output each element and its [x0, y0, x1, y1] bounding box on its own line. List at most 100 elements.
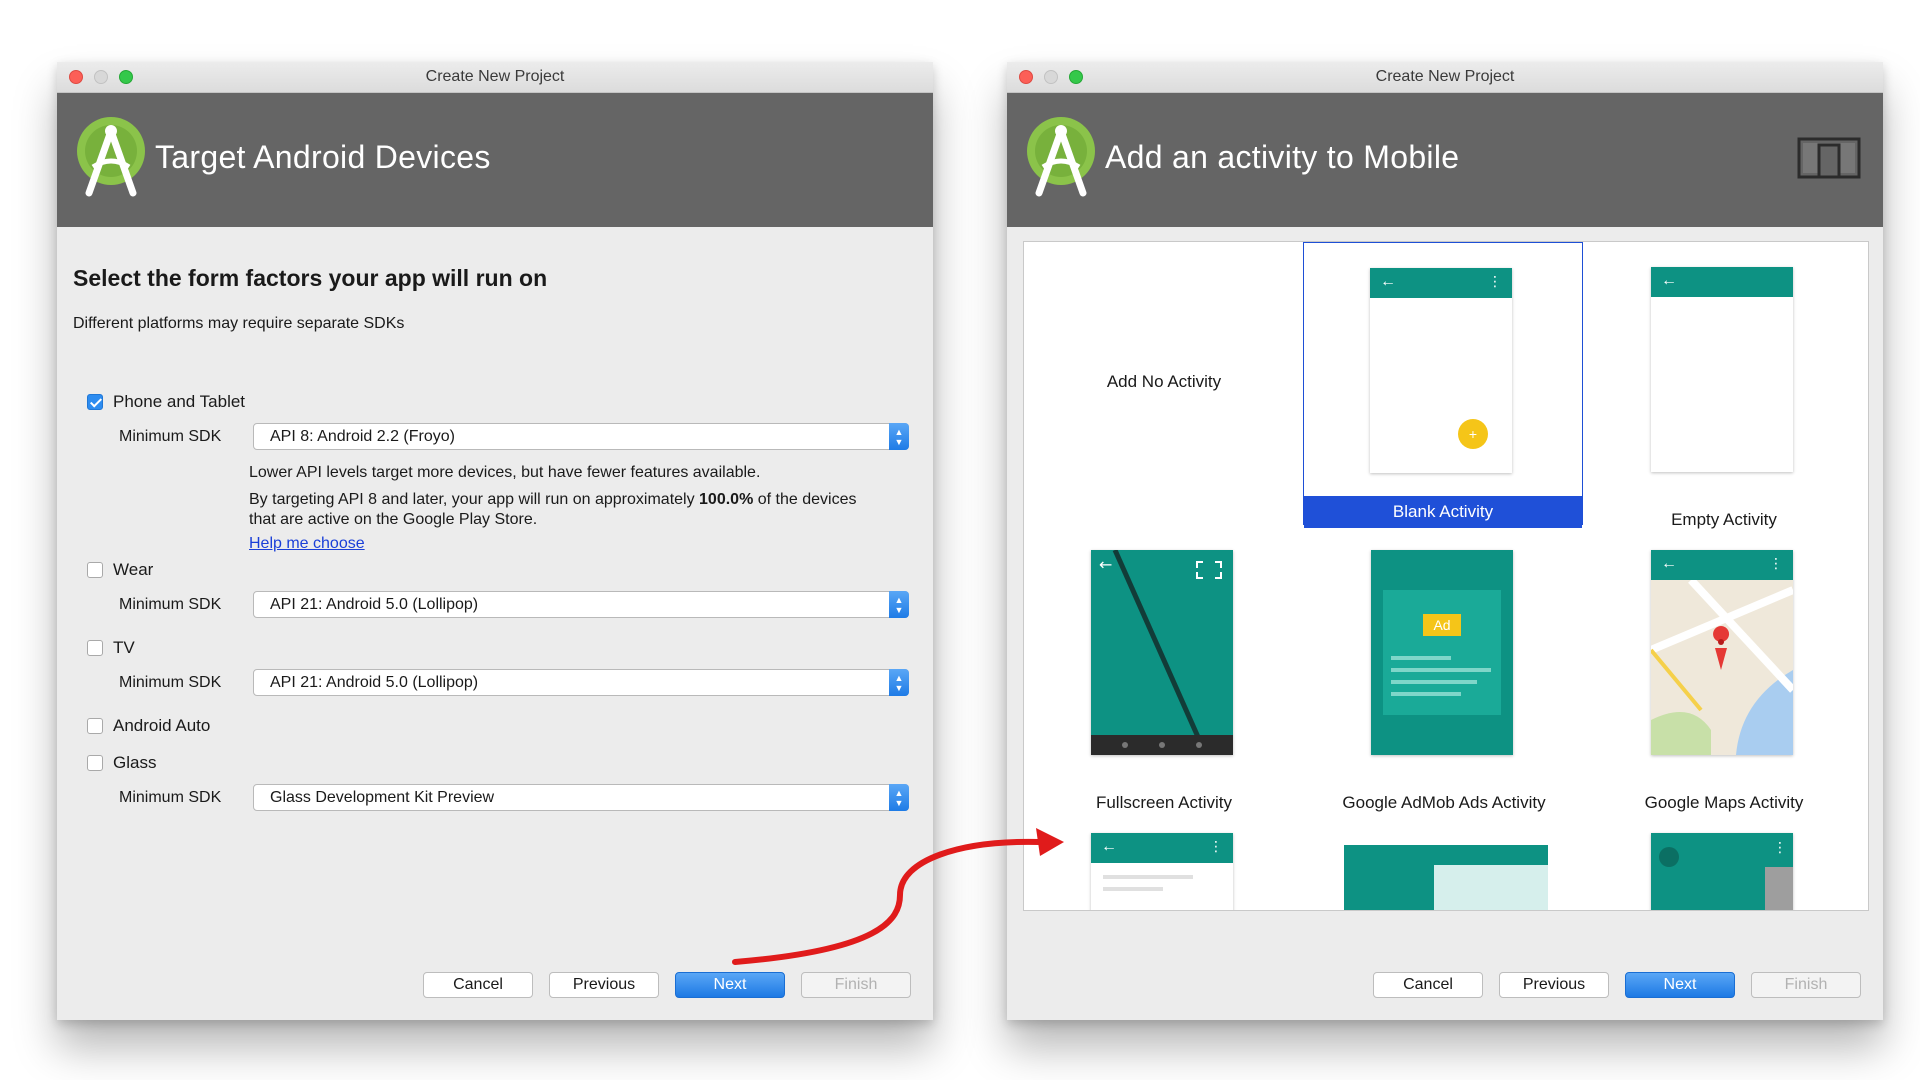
glass-min-sdk-select[interactable]: Glass Development Kit Preview ▲ ▼ [253, 784, 909, 811]
android-studio-logo-icon [77, 117, 145, 197]
list-activity-preview: ← ⋮ [1091, 833, 1233, 910]
banner-title: Add an activity to Mobile [1105, 139, 1460, 175]
tile-partial-list-activity[interactable]: ← ⋮ [1024, 808, 1304, 910]
wizard-buttons: Cancel Previous Next Finish [1373, 972, 1861, 998]
overflow-menu-icon: ⋮ [1769, 555, 1783, 571]
target-devices-window: Create New Project Target Android Device… [57, 62, 933, 1020]
svg-text:←: ← [1099, 555, 1112, 574]
tile-partial-tabbed-activity[interactable] [1304, 808, 1584, 910]
map-illustration [1649, 577, 1796, 755]
previous-button[interactable]: Previous [549, 972, 659, 998]
phone-min-sdk-value: API 8: Android 2.2 (Froyo) [270, 428, 455, 445]
cancel-button[interactable]: Cancel [423, 972, 533, 998]
maps-activity-preview: ← ⋮ [1649, 550, 1796, 755]
form-factor-content: Select the form factors your app will ru… [57, 227, 933, 1020]
android-studio-logo-icon [1027, 117, 1095, 197]
empty-activity-preview: ← [1651, 267, 1793, 472]
android-auto-row[interactable]: Android Auto [87, 716, 210, 736]
admob-activity-preview: Ad [1371, 550, 1513, 755]
sdk-info-line-2a: By targeting API 8 and later, your app w… [249, 491, 700, 508]
scrolling-activity-preview: ⋮ [1651, 833, 1793, 910]
tile-label: Blank Activity [1304, 496, 1582, 528]
tv-min-sdk-value: API 21: Android 5.0 (Lollipop) [270, 674, 479, 691]
close-window-button[interactable] [1019, 70, 1033, 84]
phone-tablet-row[interactable]: Phone and Tablet [87, 392, 245, 412]
tv-label: TV [113, 638, 135, 657]
tile-blank-activity[interactable]: ← ⋮ + Blank Activity [1303, 242, 1583, 528]
tile-add-no-activity[interactable]: Add No Activity [1024, 242, 1304, 525]
ad-card: Ad [1383, 590, 1501, 715]
wizard-buttons: Cancel Previous Next Finish [423, 972, 911, 998]
tile-empty-activity[interactable]: ← Empty Activity [1584, 242, 1864, 529]
overflow-menu-icon: ⋮ [1209, 838, 1223, 854]
window-title: Create New Project [1375, 68, 1515, 85]
fab-plus-icon: + [1458, 419, 1488, 449]
form-factor-heading: Select the form factors your app will ru… [73, 265, 548, 291]
tabbed-activity-preview [1344, 845, 1548, 910]
device-form-factor-icon [1797, 137, 1861, 179]
tv-checkbox[interactable] [87, 640, 103, 656]
window-titlebar[interactable]: Create New Project [1007, 62, 1883, 93]
tile-admob-activity[interactable]: Ad Google AdMob Ads Activity [1304, 525, 1584, 812]
zoom-window-button[interactable] [119, 70, 133, 84]
next-button[interactable]: Next [675, 972, 785, 998]
phone-sdk-info: Lower API levels target more devices, bu… [249, 463, 909, 554]
glass-label: Glass [113, 753, 157, 772]
glass-checkbox[interactable] [87, 755, 103, 771]
wear-label: Wear [113, 560, 154, 579]
phone-min-sdk-select[interactable]: API 8: Android 2.2 (Froyo) ▲ ▼ [253, 423, 909, 450]
back-arrow-icon: ← [1661, 272, 1677, 289]
cancel-button[interactable]: Cancel [1373, 972, 1483, 998]
wizard-banner: Target Android Devices [57, 93, 933, 227]
tv-min-sdk-select[interactable]: API 21: Android 5.0 (Lollipop) ▲ ▼ [253, 669, 909, 696]
blank-activity-preview: ← ⋮ + [1370, 268, 1512, 473]
finish-button[interactable]: Finish [1751, 972, 1861, 998]
close-window-button[interactable] [69, 70, 83, 84]
overflow-menu-icon: ⋮ [1488, 273, 1502, 289]
traffic-lights [1019, 70, 1083, 84]
phone-min-sdk-label: Minimum SDK [119, 428, 222, 445]
window-titlebar[interactable]: Create New Project [57, 62, 933, 93]
phone-tablet-label: Phone and Tablet [113, 392, 246, 411]
overflow-menu-icon: ⋮ [1773, 839, 1787, 855]
ad-badge: Ad [1423, 614, 1461, 636]
app-bar: ← ⋮ [1091, 833, 1233, 863]
wear-row[interactable]: Wear [87, 560, 153, 580]
minimize-window-button[interactable] [94, 70, 108, 84]
tile-fullscreen-activity[interactable]: ← Fullscreen Activity [1024, 525, 1304, 812]
banner-title: Target Android Devices [155, 139, 491, 175]
wear-min-sdk-label: Minimum SDK [119, 596, 222, 613]
app-bar: ← ⋮ [1370, 268, 1512, 298]
back-arrow-icon: ← [1661, 555, 1677, 572]
tile-partial-scrolling-activity[interactable]: ⋮ [1584, 808, 1864, 910]
glass-min-sdk-value: Glass Development Kit Preview [270, 789, 495, 806]
android-auto-checkbox[interactable] [87, 718, 103, 734]
zoom-window-button[interactable] [1069, 70, 1083, 84]
traffic-lights [69, 70, 133, 84]
tv-row[interactable]: TV [87, 638, 135, 658]
next-button[interactable]: Next [1625, 972, 1735, 998]
wear-min-sdk-value: API 21: Android 5.0 (Lollipop) [270, 596, 479, 613]
wear-min-sdk-select[interactable]: API 21: Android 5.0 (Lollipop) ▲ ▼ [253, 591, 909, 618]
phone-tablet-checkbox[interactable] [87, 394, 103, 410]
help-me-choose-link[interactable]: Help me choose [249, 534, 909, 554]
sdk-info-line-2: By targeting API 8 and later, your app w… [249, 490, 909, 510]
activity-template-grid: Add No Activity ← ⋮ + Blank Activity ← E… [1023, 241, 1869, 911]
tile-label: Add No Activity [1106, 372, 1222, 391]
minimize-window-button[interactable] [1044, 70, 1058, 84]
select-arrows-icon: ▲ ▼ [889, 784, 909, 811]
fullscreen-activity-preview: ← [1091, 548, 1233, 757]
tile-google-maps-activity[interactable]: ← ⋮ Google Maps Activity [1584, 525, 1864, 812]
back-arrow-icon: ← [1380, 273, 1396, 290]
app-bar: ← ⋮ [1651, 550, 1793, 580]
sdk-info-line-3: that are active on the Google Play Store… [249, 511, 538, 528]
app-bar: ← [1651, 267, 1793, 297]
fullscreen-illustration: ← [1091, 548, 1233, 757]
back-arrow-icon: ← [1101, 838, 1117, 855]
wear-checkbox[interactable] [87, 562, 103, 578]
glass-row[interactable]: Glass [87, 753, 156, 773]
select-arrows-icon: ▲ ▼ [889, 669, 909, 696]
finish-button[interactable]: Finish [801, 972, 911, 998]
tv-min-sdk-label: Minimum SDK [119, 674, 222, 691]
previous-button[interactable]: Previous [1499, 972, 1609, 998]
